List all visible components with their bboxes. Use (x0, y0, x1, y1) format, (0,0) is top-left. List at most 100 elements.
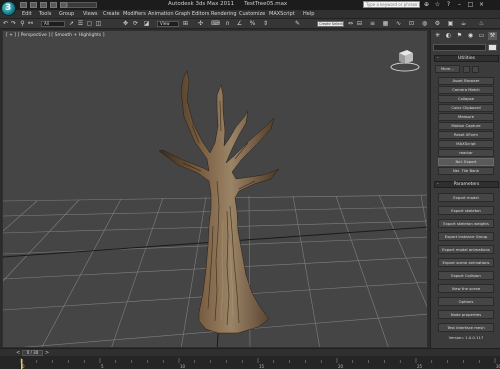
maximize-icon[interactable]: □ (467, 1, 474, 8)
percent-snap-icon[interactable]: % (249, 21, 256, 27)
utilities-tab-icon[interactable]: ⚒ (488, 32, 497, 40)
open-file-icon[interactable] (30, 2, 37, 8)
utility-button[interactable]: Reset XForm (438, 131, 494, 139)
param-button[interactable]: Export model animations (438, 245, 494, 254)
utility-button[interactable]: Motion Capture (438, 122, 494, 130)
curve-editor-icon[interactable]: ∿ (395, 21, 402, 27)
parameters-rollout-header[interactable]: - Parameters (434, 181, 499, 188)
object-name-field[interactable] (433, 44, 486, 51)
save-file-icon[interactable] (40, 2, 47, 8)
display-tab-icon[interactable]: ▭ (477, 32, 486, 40)
menu-graph-editors[interactable]: Graph Editors (175, 11, 209, 17)
graphite-toggle-icon[interactable]: ▦ (382, 21, 389, 27)
project-folder-dropdown[interactable] (67, 2, 97, 8)
menu-help[interactable]: Help (303, 11, 314, 17)
select-link-icon[interactable]: ⚲ (19, 21, 26, 27)
more-utilities-button[interactable]: More... (435, 65, 460, 73)
edit-named-selection-icon[interactable]: ✎ (294, 21, 301, 27)
modify-tab-icon[interactable]: ◐ (444, 32, 453, 40)
menu-views[interactable]: Views (83, 11, 97, 17)
snap-3d-icon[interactable]: ∩ (224, 21, 231, 27)
param-button[interactable]: Export model (438, 193, 494, 202)
undo-icon[interactable]: ↶ (2, 21, 9, 27)
param-button[interactable]: Node properties (438, 310, 494, 319)
motion-tab-icon[interactable]: ◉ (466, 32, 475, 40)
binoculars-icon[interactable]: ⊕ (423, 1, 430, 8)
utility-button[interactable]: Asset Browser (438, 77, 494, 85)
menu-modifiers[interactable]: Modifiers (123, 11, 146, 17)
menu-edit[interactable]: Edit (22, 11, 32, 17)
help-icon[interactable]: ? (445, 1, 452, 8)
undo-icon[interactable] (50, 2, 57, 8)
track-bar[interactable]: 0 5 10 15 20 25 30 (0, 356, 500, 369)
rotate-icon[interactable]: ⟳ (132, 21, 139, 27)
utility-button[interactable]: Camera Match (438, 86, 494, 94)
redo-icon[interactable]: ↷ (10, 21, 17, 27)
render-setup-icon[interactable]: ⚙ (434, 21, 441, 27)
menu-create[interactable]: Create (103, 11, 120, 17)
utilities-rollout-header[interactable]: - Utilities (434, 55, 499, 62)
param-button[interactable]: Export skeleton weights (438, 219, 494, 228)
viewcube-icon[interactable] (385, 45, 425, 75)
utility-button[interactable]: Measure (438, 113, 494, 121)
render-production-icon[interactable]: ☕ (460, 21, 467, 27)
redo-icon[interactable] (60, 2, 67, 8)
unlink-icon[interactable]: ⚯ (27, 21, 34, 27)
new-file-icon[interactable] (20, 2, 27, 8)
utility-button[interactable]: Nel. Tile Bank (438, 167, 494, 175)
param-button[interactable]: Export skeleton (438, 206, 494, 215)
manipulate-icon[interactable]: ✣ (197, 21, 204, 27)
layer-manager-icon[interactable]: ≡ (369, 21, 376, 27)
move-icon[interactable]: ✥ (122, 21, 129, 27)
mirror-icon[interactable]: ⇔ (347, 21, 354, 27)
menu-group[interactable]: Group (59, 11, 74, 17)
select-by-name-icon[interactable]: ☰ (77, 21, 84, 27)
star-icon[interactable]: ☆ (434, 1, 441, 8)
pivot-icon[interactable]: ⊞ (182, 21, 189, 27)
parameters-title: Parameters (453, 182, 480, 187)
material-editor-icon[interactable]: ◍ (421, 21, 428, 27)
reference-coordinate-dropdown[interactable]: View (157, 21, 179, 27)
angle-snap-icon[interactable]: ∠ (236, 21, 243, 27)
sets-icon[interactable] (463, 66, 470, 73)
align-icon[interactable]: ⊟ (356, 21, 363, 27)
search-input[interactable]: Type a keyword or phrase (363, 1, 420, 8)
param-button[interactable]: Export Collision (438, 271, 494, 280)
time-slider[interactable]: < 0 / 30 > (0, 348, 500, 356)
named-selection-input[interactable]: Create Selection Set (317, 21, 344, 27)
param-button[interactable]: Export scene animations (438, 258, 494, 267)
utility-button[interactable]: Color Clipboard (438, 104, 494, 112)
menu-tools[interactable]: Tools (39, 11, 51, 17)
perspective-viewport[interactable]: [ + ] [ Perspective ] [ Smooth + Highlig… (2, 30, 428, 348)
create-tab-icon[interactable]: ✳ (433, 32, 442, 40)
utility-button[interactable]: Collapse (438, 95, 494, 103)
configure-sets-icon[interactable] (472, 66, 479, 73)
viewport-label[interactable]: [ + ] [ Perspective ] [ Smooth + Highlig… (6, 33, 104, 38)
utility-button[interactable]: MAXScript (438, 140, 494, 148)
param-button[interactable]: View the scene (438, 284, 494, 293)
window-crossing-icon[interactable]: ◫ (95, 21, 102, 27)
minimize-icon[interactable]: – (456, 1, 463, 8)
menu-customize[interactable]: Customize (239, 11, 265, 17)
teapot-render-icon[interactable]: ♨ (478, 21, 485, 27)
menu-maxscript[interactable]: MAXScript (269, 11, 295, 17)
menu-animation[interactable]: Animation (148, 11, 174, 17)
param-button[interactable]: Export Instance Group (438, 232, 494, 241)
spinner-snap-icon[interactable]: ⇕ (262, 21, 269, 27)
object-color-swatch[interactable] (488, 44, 497, 51)
region-select-icon[interactable]: ▢ (86, 21, 93, 27)
menu-rendering[interactable]: Rendering (211, 11, 237, 17)
utility-button-active[interactable]: Nel. Export (438, 158, 494, 166)
selection-filter-dropdown[interactable]: All (41, 21, 65, 27)
keyboard-shortcut-icon[interactable]: ⌨ (211, 21, 220, 27)
utility-button[interactable]: reactor (438, 149, 494, 157)
schematic-view-icon[interactable]: ⊡ (408, 21, 415, 27)
rendered-frame-icon[interactable]: ▣ (447, 21, 454, 27)
close-icon[interactable]: × (478, 1, 485, 8)
param-button[interactable]: Options (438, 297, 494, 306)
hierarchy-tab-icon[interactable]: ⚑ (455, 32, 464, 40)
application-button[interactable]: 3 (1, 1, 16, 16)
select-object-icon[interactable]: ➚ (68, 21, 75, 27)
scale-icon[interactable]: ◪ (143, 21, 150, 27)
param-button[interactable]: Test interface mesh (438, 323, 494, 332)
